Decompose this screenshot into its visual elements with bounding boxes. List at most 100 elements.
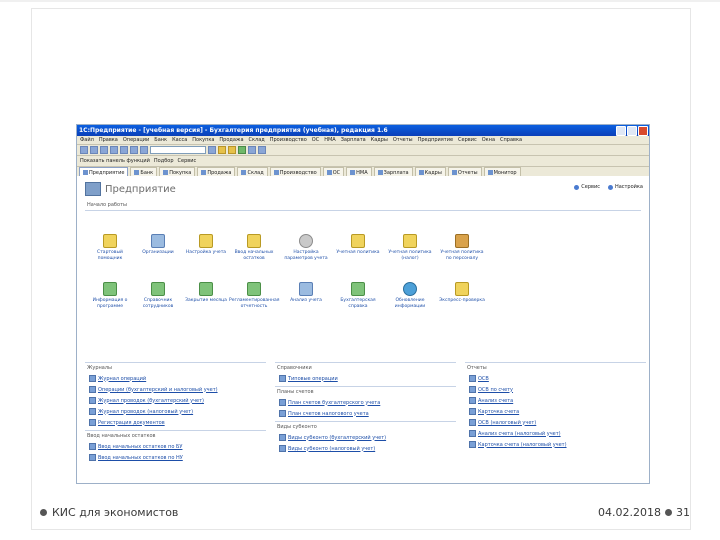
- chart-icon: [279, 399, 286, 406]
- pick-button[interactable]: Подбор: [154, 158, 174, 164]
- globe-icon: [403, 282, 417, 296]
- page-number: 31: [676, 506, 690, 519]
- service-link-label: Сервис: [581, 184, 600, 190]
- menu-bank[interactable]: Банк: [154, 137, 167, 143]
- service-link[interactable]: Сервис: [574, 184, 600, 190]
- page-heading: Предприятие: [85, 182, 176, 196]
- menu-edit[interactable]: Правка: [99, 137, 118, 143]
- action-label: Учетная политика по персоналу: [440, 250, 484, 261]
- chart-link[interactable]: План счетов бухгалтерского учета: [275, 397, 456, 408]
- action-program-info[interactable]: Информация о программе: [85, 282, 135, 309]
- report-link[interactable]: Карточка счета: [465, 406, 646, 417]
- report-link[interactable]: ОСВ по счету: [465, 384, 646, 395]
- journal-link[interactable]: Журнал проводок (бухгалтерский учет): [85, 395, 266, 406]
- action-staff-policy[interactable]: Учетная политика по персоналу: [437, 234, 487, 261]
- help-icon[interactable]: [258, 146, 266, 154]
- menu-salary[interactable]: Зарплата: [341, 137, 366, 143]
- minimize-icon[interactable]: [616, 125, 626, 136]
- secondary-toolbar: Показать панель функций Подбор Сервис: [77, 156, 649, 167]
- search-input[interactable]: [150, 146, 206, 154]
- service-button[interactable]: Сервис: [178, 158, 197, 164]
- subconto-link[interactable]: Виды субконто (налоговый учет): [275, 443, 456, 454]
- journal-link[interactable]: Операции (бухгалтерский и налоговый учет…: [85, 384, 266, 395]
- menu-reports[interactable]: Отчеты: [393, 137, 413, 143]
- window-titlebar: 1С:Предприятие - [учебная версия] - Бухг…: [77, 125, 649, 136]
- link-label: Ввод начальных остатков по БУ: [98, 443, 183, 450]
- calendar-icon[interactable]: [228, 146, 236, 154]
- print-icon[interactable]: [248, 146, 256, 154]
- report-link[interactable]: Анализ счета: [465, 395, 646, 406]
- maximize-icon[interactable]: [627, 125, 637, 136]
- link-label: Операции (бухгалтерский и налоговый учет…: [98, 386, 218, 393]
- menu-warehouse[interactable]: Склад: [249, 137, 265, 143]
- journal-icon: [89, 397, 96, 404]
- action-update-info[interactable]: Обновление информации: [385, 282, 435, 309]
- action-label: Стартовый помощник: [97, 250, 123, 261]
- action-regulated-reports[interactable]: Регламентированная отчетность: [229, 282, 280, 309]
- action-accounting-note[interactable]: Бухгалтерская справка: [333, 282, 383, 309]
- link-label: Журнал проводок (налоговый учет): [98, 408, 194, 415]
- note-icon: [351, 282, 365, 296]
- menu-sales[interactable]: Продажа: [219, 137, 243, 143]
- new-icon[interactable]: [80, 146, 88, 154]
- calc-icon[interactable]: [218, 146, 226, 154]
- menu-enterprise[interactable]: Предприятие: [418, 137, 453, 143]
- action-label: Справочник сотрудников: [142, 298, 174, 309]
- report-link[interactable]: Карточка счета (налоговый учет): [465, 439, 646, 450]
- action-express-check[interactable]: Экспресс-проверка: [437, 282, 487, 304]
- menu-os[interactable]: ОС: [312, 137, 319, 143]
- settings-link[interactable]: Настройка: [607, 184, 643, 190]
- action-accounting-analysis[interactable]: Анализ учета: [281, 282, 331, 304]
- menu-purchase[interactable]: Покупка: [192, 137, 214, 143]
- production-icon: [273, 170, 279, 175]
- month-close-icon: [199, 282, 213, 296]
- journal-link[interactable]: Регистрация документов: [85, 417, 266, 428]
- balance-link[interactable]: Ввод начальных остатков по НУ: [85, 452, 266, 463]
- menu-operations[interactable]: Операции: [123, 137, 149, 143]
- menu-production[interactable]: Производство: [270, 137, 307, 143]
- journals-title: Журналы: [87, 365, 112, 371]
- catalog-link[interactable]: Типовые операции: [275, 373, 456, 384]
- link-label: Карточка счета: [478, 408, 520, 415]
- reports-column: Отчеты ОСВ ОСВ по счету Анализ счета Кар…: [465, 362, 646, 483]
- save-icon[interactable]: [100, 146, 108, 154]
- action-accounting-setup[interactable]: Настройка учета: [181, 234, 231, 256]
- report-link[interactable]: Анализ счета (налоговый учет): [465, 428, 646, 439]
- menu-service[interactable]: Сервис: [458, 137, 477, 143]
- journal-link[interactable]: Журнал проводок (налоговый учет): [85, 406, 266, 417]
- report-link[interactable]: ОСВ: [465, 373, 646, 384]
- copy-icon[interactable]: [120, 146, 128, 154]
- cut-icon[interactable]: [110, 146, 118, 154]
- menu-file[interactable]: Файл: [80, 137, 94, 143]
- open-icon[interactable]: [90, 146, 98, 154]
- close-icon[interactable]: [638, 125, 648, 136]
- show-functions-panel-button[interactable]: Показать панель функций: [80, 158, 150, 164]
- paste-icon[interactable]: [130, 146, 138, 154]
- menu-cash[interactable]: Касса: [172, 137, 187, 143]
- journal-link[interactable]: Журнал операций: [85, 373, 266, 384]
- action-opening-balances[interactable]: Ввод начальных остатков: [229, 234, 279, 261]
- menu-windows[interactable]: Окна: [482, 137, 495, 143]
- undo-icon[interactable]: [140, 146, 148, 154]
- action-tax-policy[interactable]: Учетная политика (налог): [385, 234, 435, 261]
- menu-help[interactable]: Справка: [500, 137, 522, 143]
- balance-link[interactable]: Ввод начальных остатков по БУ: [85, 441, 266, 452]
- balances-icon: [247, 234, 261, 248]
- link-label: План счетов бухгалтерского учета: [288, 399, 381, 406]
- action-employees[interactable]: Справочник сотрудников: [133, 282, 183, 309]
- settings-link-label: Настройка: [614, 184, 643, 190]
- slide-footer-right: 04.02.2018 31: [598, 506, 690, 519]
- action-month-close[interactable]: Закрытие месяца: [181, 282, 231, 304]
- action-organizations[interactable]: Организации: [133, 234, 183, 256]
- menu-nma[interactable]: НМА: [324, 137, 336, 143]
- action-start-assistant[interactable]: Стартовый помощник: [85, 234, 135, 261]
- action-label: Информация о программе: [92, 298, 128, 309]
- action-accounting-policy[interactable]: Учетная политика: [333, 234, 383, 256]
- chart-link[interactable]: План счетов налогового учета: [275, 408, 456, 419]
- report-link[interactable]: ОСВ (налоговый учет): [465, 417, 646, 428]
- table-icon[interactable]: [238, 146, 246, 154]
- menu-staff[interactable]: Кадры: [371, 137, 388, 143]
- action-parameters[interactable]: Настройка параметров учета: [281, 234, 331, 261]
- subconto-link[interactable]: Виды субконто (бухгалтерский учет): [275, 432, 456, 443]
- find-icon[interactable]: [208, 146, 216, 154]
